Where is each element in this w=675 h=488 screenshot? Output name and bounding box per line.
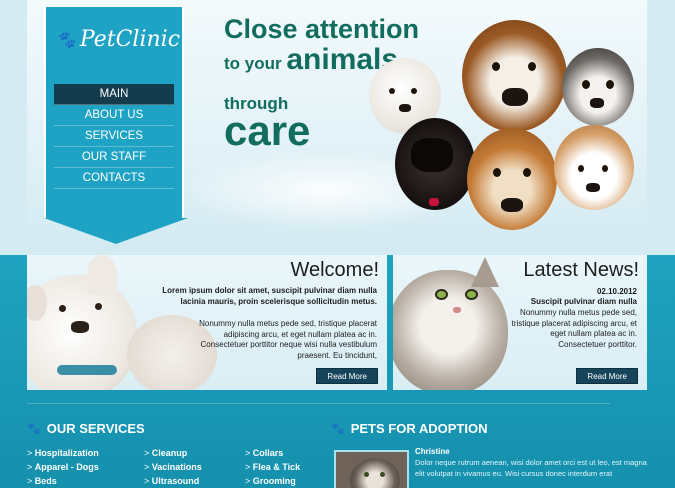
cat-image (393, 255, 523, 390)
section-divider (27, 403, 610, 404)
news-headline: Suscipit pulvinar diam nulla (530, 297, 637, 306)
site-logo[interactable]: 🐾 PetClinic (56, 27, 180, 52)
news-panel: Latest News! 02.10.2012 Suscipit pulvina… (393, 255, 647, 390)
service-link[interactable]: Hospitalization (27, 446, 99, 460)
nav-item-about-us[interactable]: ABOUT US (54, 105, 174, 126)
nav-menu: MAIN ABOUT US SERVICES OUR STAFF CONTACT… (54, 84, 174, 189)
adoption-heading: 🐾 PETS FOR ADOPTION (331, 421, 488, 436)
grey-puppy (562, 48, 634, 126)
welcome-panel: Welcome! Lorem ipsum dolor sit amet, sus… (27, 255, 387, 390)
paw-icon: 🐾 (56, 30, 76, 49)
logo-text: PetClinic (79, 27, 181, 52)
service-link[interactable]: Beds (27, 474, 99, 488)
service-link[interactable]: Flea & Tick (245, 460, 300, 474)
nav-item-our-staff[interactable]: OUR STAFF (54, 147, 174, 168)
news-body: Nonummy nulla metus pede sed, tristique … (511, 308, 637, 349)
service-link[interactable]: Grooming (245, 474, 300, 488)
welcome-read-more-button[interactable]: Read More (316, 368, 378, 384)
jack-russell-puppy (554, 125, 634, 210)
services-column-3: Collars Flea & Tick Grooming (245, 446, 300, 488)
dog-collar (429, 198, 439, 206)
paw-icon: 🐾 (27, 423, 41, 435)
welcome-body: Nonummy nulla metus pede sed, tristique … (199, 319, 377, 360)
services-heading: 🐾 OUR SERVICES (27, 421, 145, 436)
service-link[interactable]: Cleanup (144, 446, 202, 460)
brown-puppy (467, 128, 557, 230)
main-navigation-panel: 🐾 PetClinic MAIN ABOUT US SERVICES OUR S… (44, 5, 188, 244)
paw-icon: 🐾 (331, 423, 345, 435)
adoption-description: Dolor neque rutrum aenean, wisi dolor am… (415, 458, 647, 478)
black-puppy (395, 118, 475, 210)
services-column-1: Hospitalization Apparel - Dogs Beds (27, 446, 99, 488)
beagle-puppy (462, 20, 567, 132)
nav-item-main[interactable]: MAIN (54, 84, 174, 105)
news-read-more-button[interactable]: Read More (576, 368, 638, 384)
adoption-pet-name: Christine (415, 447, 450, 456)
news-title: Latest News! (523, 259, 639, 281)
welcome-title: Welcome! (290, 259, 379, 281)
adoption-pet-photo[interactable] (334, 450, 409, 488)
service-link[interactable]: Collars (245, 446, 300, 460)
dog-collar (57, 365, 117, 375)
welcome-intro: Lorem ipsum dolor sit amet, suscipit pul… (162, 286, 377, 306)
nav-item-contacts[interactable]: CONTACTS (54, 168, 174, 189)
news-date: 02.10.2012 (596, 287, 637, 296)
service-link[interactable]: Ultrasound (144, 474, 202, 488)
nav-item-services[interactable]: SERVICES (54, 126, 174, 147)
service-link[interactable]: Vacinations (144, 460, 202, 474)
hero-line-1: Close attention (224, 14, 420, 44)
services-column-2: Cleanup Vacinations Ultrasound (144, 446, 202, 488)
service-link[interactable]: Apparel - Dogs (27, 460, 99, 474)
